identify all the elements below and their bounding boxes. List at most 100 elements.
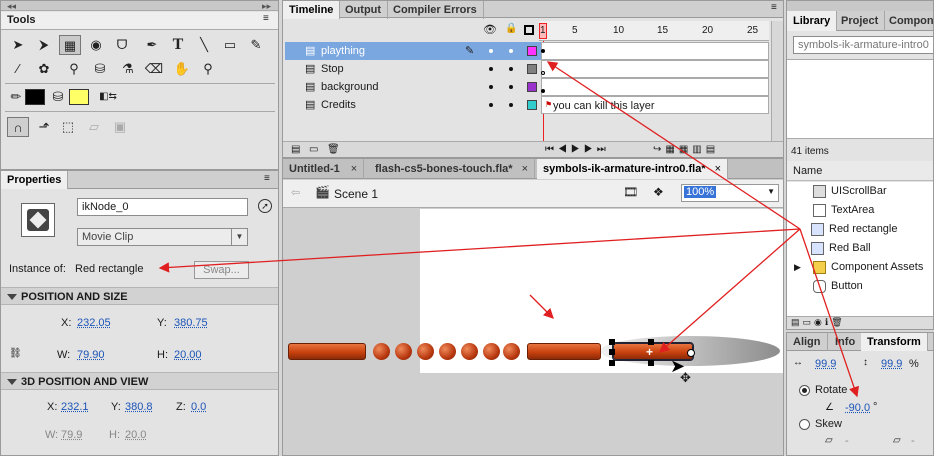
outline-icon[interactable] — [524, 25, 534, 35]
link-chain-icon[interactable]: ⛓ — [9, 348, 22, 359]
3d-position-section[interactable]: 3D POSITION AND VIEW — [1, 372, 278, 390]
object-drawing-icon[interactable]: ▱ — [83, 117, 105, 137]
tab-timeline[interactable]: Timeline — [283, 1, 341, 19]
pencil-icon[interactable]: ✎ — [245, 35, 267, 55]
panel-grip[interactable] — [1, 1, 278, 11]
ik-joint-icon[interactable] — [687, 349, 695, 357]
y-value[interactable]: 380.75 — [174, 317, 208, 329]
library-item[interactable]: Red Ball — [811, 239, 871, 258]
expand-icon[interactable]: ▸▸ — [262, 1, 271, 12]
timeline-scrollbar[interactable] — [771, 21, 783, 141]
red-ball-instance[interactable] — [395, 343, 412, 360]
skew-radio[interactable] — [799, 419, 810, 430]
lasso-icon[interactable]: ᗜ — [111, 35, 133, 55]
close-icon[interactable]: × — [351, 163, 357, 175]
fill-color-swatch[interactable] — [69, 89, 89, 105]
z-value[interactable]: 0.0 — [191, 401, 206, 413]
chevron-right-icon[interactable]: ▶ — [794, 262, 801, 273]
swap-colors-icon[interactable]: ◧⇆ — [97, 87, 119, 107]
new-layer-icon[interactable]: ▤ — [291, 144, 300, 155]
swap-button[interactable]: Swap... — [194, 261, 249, 279]
transform-handle[interactable] — [609, 349, 615, 355]
eye-icon[interactable]: 👁 — [483, 23, 497, 36]
scale-width-value[interactable]: 99.9 — [815, 358, 836, 370]
snap-magnet-icon[interactable]: ∩ — [7, 117, 29, 137]
straighten-icon[interactable]: ⬚ — [57, 117, 79, 137]
lock-fill-icon[interactable]: ▣ — [109, 117, 131, 137]
onion-skin-icons[interactable]: ↪▦▦▥▤ — [653, 144, 719, 155]
x3d-value[interactable]: 232.1 — [61, 401, 89, 413]
panel-menu-icon[interactable]: ≡ — [263, 13, 269, 24]
panel-menu-icon[interactable]: ≡ — [771, 2, 777, 13]
red-rectangle-instance[interactable] — [527, 343, 601, 360]
paint-bucket-icon[interactable]: ⛁ — [89, 59, 111, 79]
free-transform-icon[interactable]: ▦ — [59, 35, 81, 55]
lock-icon[interactable]: 🔒 — [505, 23, 517, 34]
transform-handle[interactable] — [609, 360, 615, 366]
edit-scene-icon[interactable]: 🎞 — [623, 185, 638, 199]
text-tool-icon[interactable]: T — [167, 35, 189, 55]
bone-icon[interactable]: ⚲ — [63, 59, 85, 79]
frame-span[interactable] — [541, 78, 769, 96]
stroke-color-swatch[interactable] — [25, 89, 45, 105]
selection-arrow-icon[interactable]: ➤ — [7, 35, 29, 55]
tab-armature-intro[interactable]: symbols-ik-armature-intro0.fla* × — [537, 159, 729, 179]
tab-components[interactable]: Componen — [883, 11, 933, 31]
scale-height-value[interactable]: 99.9 — [881, 358, 902, 370]
eraser-icon[interactable]: ⌫ — [143, 59, 165, 79]
tab-bones-touch[interactable]: flash-cs5-bones-touch.fla* × — [369, 159, 536, 179]
frame-ruler[interactable]: 1 5 10 15 20 25 — [539, 21, 769, 41]
tab-library[interactable]: Library — [787, 11, 838, 31]
layer-color-swatch[interactable] — [527, 100, 537, 110]
info-arrow-icon[interactable]: ➚ — [258, 199, 272, 213]
x-value[interactable]: 232.05 — [77, 317, 111, 329]
trash-icon[interactable]: 🗑 — [327, 144, 340, 155]
edit-symbol-icon[interactable]: ❖ — [653, 185, 664, 199]
rotate-value[interactable]: -90.0 — [845, 402, 870, 414]
close-icon[interactable]: × — [522, 163, 528, 175]
line-tool-icon[interactable]: ╲ — [193, 35, 215, 55]
library-toolbar[interactable]: ▤▭◉ℹ🗑 — [787, 316, 933, 329]
library-item[interactable]: Red rectangle — [811, 220, 898, 239]
collapse-icon[interactable]: ◂◂ — [7, 1, 16, 12]
tab-info[interactable]: Info — [829, 333, 863, 351]
back-arrow-icon[interactable]: ⇦ — [291, 186, 300, 199]
smooth-icon[interactable]: ⬏ — [33, 117, 55, 137]
transform-handle[interactable] — [609, 339, 615, 345]
w-value[interactable]: 79.90 — [77, 349, 105, 361]
red-ball-instance[interactable] — [439, 343, 456, 360]
symbol-type-select[interactable]: Movie Clip ▼ — [77, 228, 248, 246]
red-ball-instance[interactable] — [483, 343, 500, 360]
instance-name-input[interactable]: ikNode_0 — [77, 198, 248, 216]
layer-color-swatch[interactable] — [527, 64, 537, 74]
position-size-section[interactable]: POSITION AND SIZE — [1, 287, 278, 305]
rectangle-tool-icon[interactable]: ▭ — [219, 35, 241, 55]
panel-menu-icon[interactable]: ≡ — [264, 173, 270, 184]
subselection-arrow-icon[interactable]: ⮞ — [33, 35, 55, 55]
tab-transform[interactable]: Transform — [861, 333, 928, 351]
rotate-radio[interactable] — [799, 385, 810, 396]
playback-controls[interactable]: ⏮◀▶▶⏭ — [545, 144, 610, 155]
transform-handle[interactable] — [648, 360, 654, 366]
y3d-value[interactable]: 380.8 — [125, 401, 153, 413]
tab-properties[interactable]: Properties — [1, 171, 69, 189]
tab-compiler-errors[interactable]: Compiler Errors — [387, 1, 484, 19]
frame-span[interactable] — [541, 60, 769, 78]
brush-icon[interactable]: ⁄ — [7, 59, 29, 79]
library-item[interactable]: TextArea — [813, 201, 874, 220]
close-icon[interactable]: × — [715, 163, 721, 175]
library-folder[interactable]: Component Assets — [813, 258, 923, 277]
layer-color-swatch[interactable] — [527, 82, 537, 92]
hand-icon[interactable]: ✋ — [171, 59, 193, 79]
tab-untitled-1[interactable]: Untitled-1 × — [283, 159, 365, 179]
deco-icon[interactable]: ✿ — [33, 59, 55, 79]
library-document-select[interactable]: symbols-ik-armature-intro0 — [793, 36, 933, 54]
library-item[interactable]: Button — [813, 277, 863, 296]
frame-span[interactable] — [541, 42, 769, 60]
chevron-down-icon[interactable]: ▼ — [231, 229, 247, 245]
name-column-header[interactable]: Name — [793, 165, 822, 177]
tab-output[interactable]: Output — [339, 1, 389, 19]
red-rectangle-instance[interactable] — [288, 343, 366, 360]
zoom-select[interactable]: 100% ▼ — [681, 184, 779, 202]
tab-align[interactable]: Align — [787, 333, 828, 351]
